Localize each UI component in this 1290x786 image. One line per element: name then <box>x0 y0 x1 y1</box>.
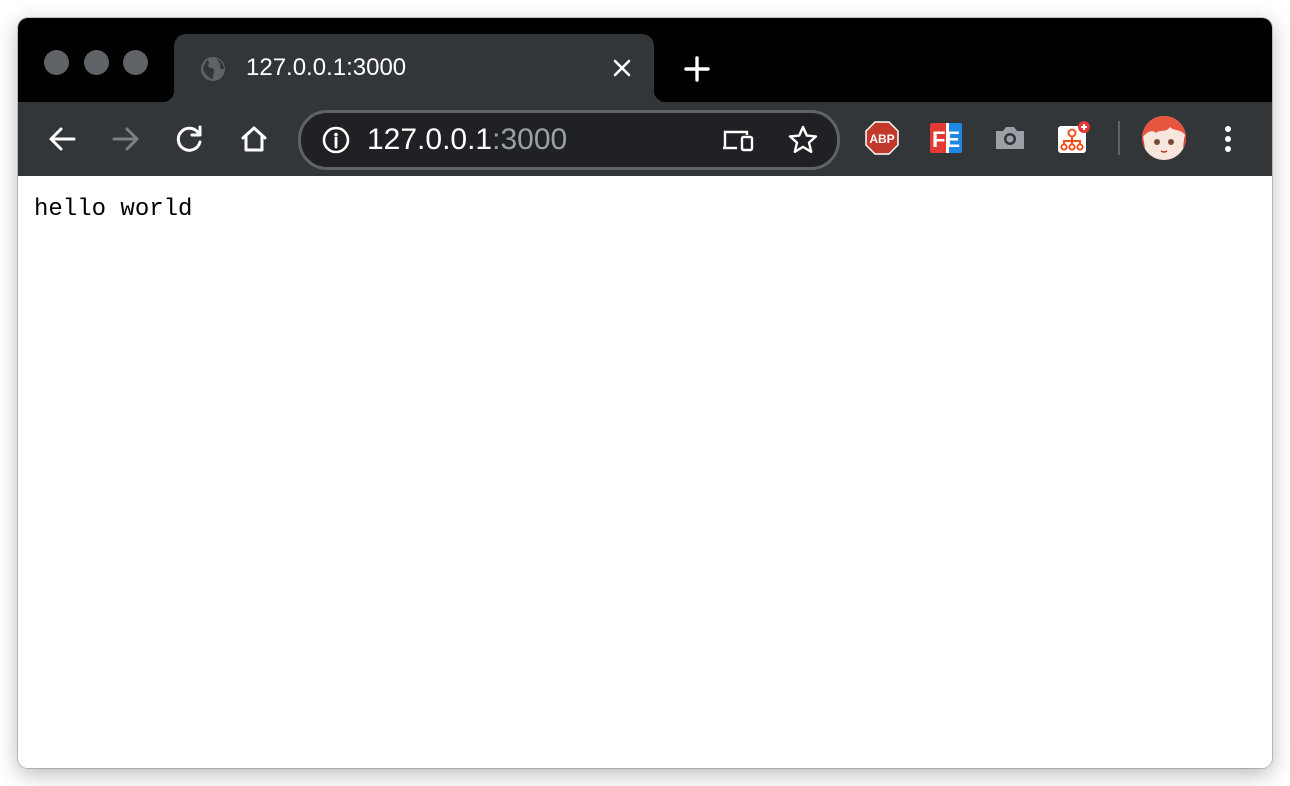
fe-helper-icon[interactable]: FE <box>928 120 964 156</box>
tab-title: 127.0.0.1:3000 <box>246 54 407 81</box>
adblock-label: ABP <box>869 132 894 146</box>
star-icon[interactable] <box>787 124 819 156</box>
more-menu-icon[interactable] <box>1216 122 1240 156</box>
plus-icon[interactable] <box>682 54 712 84</box>
arrow-right-icon[interactable] <box>109 122 143 156</box>
profile-avatar[interactable] <box>1142 116 1186 160</box>
info-icon[interactable] <box>321 125 351 155</box>
arrow-left-icon[interactable] <box>45 122 79 156</box>
devices-icon[interactable] <box>721 125 755 155</box>
page-content: hello world <box>18 176 1272 768</box>
address-bar[interactable]: 127.0.0.1:3000 <box>298 110 840 170</box>
adblock-plus-icon[interactable]: ABP <box>864 120 900 156</box>
sitemap-icon[interactable] <box>1055 120 1091 156</box>
toolbar-divider <box>1118 121 1120 155</box>
url-text[interactable]: 127.0.0.1:3000 <box>367 123 567 157</box>
title-bar: 127.0.0.1:3000 <box>18 18 1272 102</box>
close-window-button[interactable] <box>44 50 69 75</box>
zoom-window-button[interactable] <box>123 50 148 75</box>
toolbar: 127.0.0.1:3000 ABP FE <box>18 102 1272 176</box>
page-body-text: hello world <box>34 196 193 223</box>
url-host: 127.0.0.1 <box>367 123 493 156</box>
camera-icon[interactable] <box>992 120 1028 156</box>
minimize-window-button[interactable] <box>84 50 109 75</box>
globe-icon <box>199 55 227 83</box>
url-port: :3000 <box>492 123 568 156</box>
active-tab[interactable]: 127.0.0.1:3000 <box>162 34 666 102</box>
reload-icon[interactable] <box>173 122 207 156</box>
browser-window: 127.0.0.1:3000 127.0.0.1:3000 ABP FE hel… <box>18 18 1272 768</box>
home-icon[interactable] <box>237 122 271 156</box>
close-icon[interactable] <box>610 56 634 80</box>
fe-label: FE <box>932 127 960 152</box>
